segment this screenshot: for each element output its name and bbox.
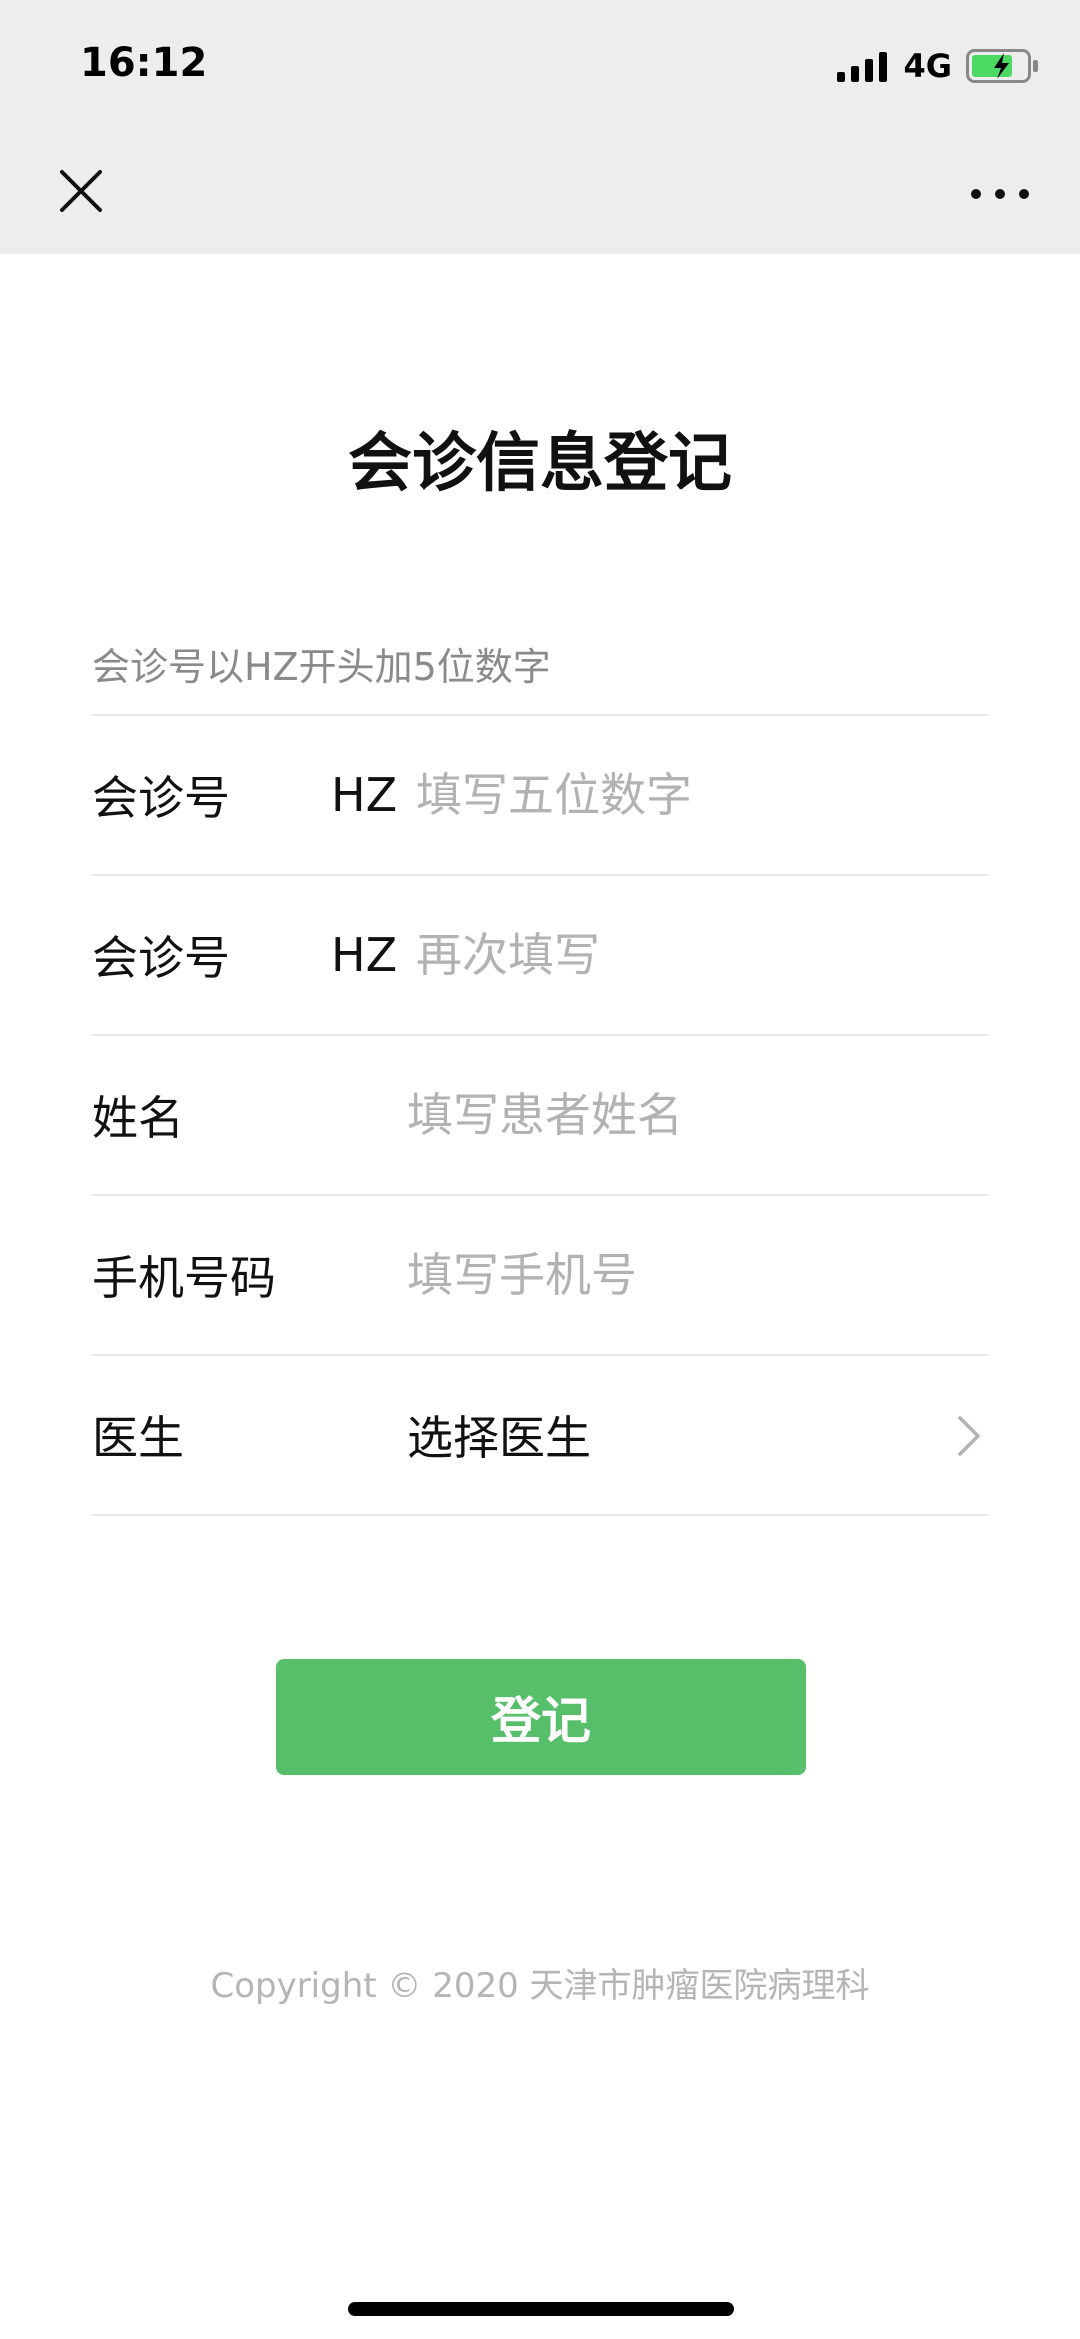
patient-name-input[interactable] — [407, 1080, 988, 1150]
patient-name-row: 姓名 — [92, 1036, 988, 1196]
home-indicator — [348, 2302, 734, 2316]
consult-number-prefix: HZ — [331, 768, 398, 822]
copyright-text: Copyright © 2020 天津市肿瘤医院病理科 — [210, 1966, 870, 2006]
signal-icon — [837, 50, 889, 82]
consult-number-confirm-label: 会诊号 — [92, 931, 230, 985]
status-indicators: 4G — [837, 46, 1040, 86]
consult-number-confirm-input[interactable] — [416, 920, 988, 990]
submit-button[interactable]: 登记 — [276, 1659, 806, 1775]
doctor-select-row[interactable]: 医生 选择医生 — [92, 1356, 988, 1516]
status-time: 16:12 — [80, 40, 208, 86]
nav-bar — [0, 132, 1080, 254]
doctor-label: 医生 — [92, 1411, 184, 1465]
more-icon[interactable] — [970, 188, 1030, 200]
phone-number-input[interactable] — [407, 1240, 988, 1310]
status-bar: 16:12 4G — [0, 0, 1080, 132]
top-bar-area: 16:12 4G — [0, 0, 1080, 254]
form-hint: 会诊号以HZ开头加5位数字 — [92, 645, 551, 689]
network-type: 4G — [903, 47, 952, 85]
battery-charging-icon — [966, 49, 1038, 83]
page-title: 会诊信息登记 — [348, 427, 732, 501]
phone-number-row: 手机号码 — [92, 1196, 988, 1356]
consult-number-input[interactable] — [416, 760, 988, 830]
chevron-right-icon — [958, 1416, 980, 1456]
phone-number-label: 手机号码 — [92, 1251, 276, 1305]
registration-form: 会诊号 HZ 会诊号 HZ 姓名 手机号码 医生 选择医生 — [92, 714, 988, 1516]
patient-name-label: 姓名 — [92, 1091, 184, 1145]
consult-number-confirm-prefix: HZ — [331, 928, 398, 982]
consult-number-row: 会诊号 HZ — [92, 716, 988, 876]
close-icon[interactable] — [56, 166, 106, 216]
doctor-select[interactable]: 选择医生 — [407, 1402, 988, 1468]
consult-number-label: 会诊号 — [92, 771, 230, 825]
consult-number-confirm-row: 会诊号 HZ — [92, 876, 988, 1036]
